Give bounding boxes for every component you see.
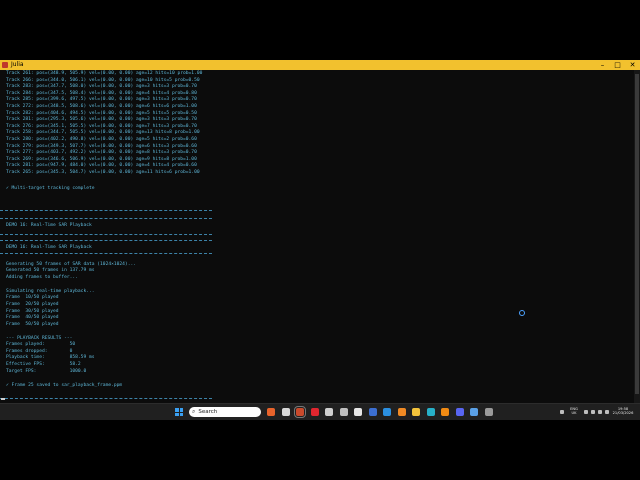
console-line: DEMO 16: Real-Time SAR Playback	[6, 245, 92, 251]
console-line: Track 280: pos=(402.2, 490.8) vel=(0.00,…	[6, 137, 197, 142]
console-line: ✓ Frame 25 saved to sar_playback_frame.p…	[6, 383, 123, 389]
console-line: Frames played: 50	[6, 342, 76, 348]
console-line: Track 281: pos=(947.9, 484.0) vel=(0.00,…	[6, 163, 197, 169]
battery-icon[interactable]	[598, 410, 602, 414]
console-separator	[0, 253, 212, 255]
discord-icon[interactable]	[455, 408, 464, 416]
letterbox-bottom	[0, 420, 640, 480]
vertical-scrollbar[interactable]	[634, 70, 640, 403]
console-line: Track 283: pos=(347.7, 508.0) vel=(0.00,…	[6, 84, 197, 90]
keyboard-layout: UK	[571, 411, 577, 416]
console-line: Track 285: pos=(399.6, 497.5) vel=(0.00,…	[6, 97, 197, 103]
console-line: ✓ Multi-target tracking complete	[6, 185, 95, 191]
console-line: Track 279: pos=(349.3, 507.7) vel=(0.00,…	[6, 143, 197, 149]
console-line: Frame 30/50 played	[6, 308, 59, 314]
chevron-up-icon[interactable]	[560, 410, 564, 414]
julia-app-icon[interactable]	[294, 406, 306, 418]
console-line: Track 282: pos=(404.6, 494.5) vel=(0.00,…	[6, 110, 197, 116]
steam-icon[interactable]	[325, 408, 333, 416]
scrollbar-thumb[interactable]	[635, 74, 639, 394]
maximize-button[interactable]: □	[610, 60, 625, 70]
clock[interactable]: 19:58 21/03/2026	[612, 407, 634, 416]
file-icon[interactable]	[281, 408, 290, 416]
console-line: Adding frames to buffer...	[6, 274, 78, 280]
window-controls: – □ ✕	[595, 60, 640, 70]
console-line: Track 269: pos=(346.6, 506.9) vel=(0.00,…	[6, 156, 197, 162]
edge-icon[interactable]	[426, 408, 435, 416]
vscode-icon[interactable]	[383, 408, 391, 416]
magnifier-icon: ⌕	[192, 408, 196, 415]
console-line: Track 261: pos=(348.9, 505.9) vel=(0.00,…	[6, 71, 203, 76]
console-separator	[0, 234, 212, 236]
console-line: Track 284: pos=(347.5, 508.4) vel=(0.00,…	[6, 90, 197, 96]
julia-app-icon	[2, 62, 8, 68]
settings-icon[interactable]	[339, 408, 348, 416]
console-line: --- PLAYBACK RESULTS ---	[6, 335, 73, 341]
taskbar-search[interactable]: ⌕ Search	[189, 407, 261, 417]
console-line: Generated 50 frames in 137.79 ms	[6, 268, 95, 274]
search-label: Search	[198, 409, 218, 415]
file-explorer-icon[interactable]	[412, 408, 420, 416]
wifi-icon[interactable]	[584, 410, 588, 414]
console-line: Target FPS: 1000.0	[6, 368, 87, 374]
close-button[interactable]: ✕	[625, 60, 640, 70]
tray-app-icon[interactable]	[605, 410, 609, 414]
language-indicator[interactable]: ENG UK	[568, 407, 580, 416]
console-line: Track 272: pos=(348.5, 508.6) vel=(0.00,…	[6, 104, 197, 109]
console-line: Frame 40/50 played	[6, 315, 59, 321]
firefox-icon[interactable]	[397, 408, 406, 416]
console-separator	[0, 239, 212, 241]
vlc-icon[interactable]	[441, 408, 449, 416]
console-line: Frames dropped: 0	[6, 348, 73, 354]
taskbar: ⌕ Search ENG UK 19:58 21/03/2026	[0, 403, 640, 420]
windows-start-icon[interactable]	[175, 408, 183, 416]
console-separator	[0, 210, 212, 212]
console-line: Track 281: pos=(295.3, 505.6) vel=(0.00,…	[6, 117, 197, 123]
terminal-output[interactable]: Track 261: pos=(348.9, 505.9) vel=(0.00,…	[0, 70, 634, 403]
console-line: Effective FPS: 58.2	[6, 362, 81, 368]
console-line: DEMO 16: Real-Time SAR Playback	[6, 223, 92, 229]
console-line: Track 266: pos=(344.0, 506.1) vel=(0.00,…	[6, 77, 200, 83]
volume-icon[interactable]	[591, 410, 595, 414]
brave-browser-icon[interactable]	[267, 408, 275, 416]
console-line: Track 258: pos=(344.7, 505.5) vel=(0.00,…	[6, 130, 200, 136]
busy-cursor-icon	[519, 310, 525, 316]
terminal-icon[interactable]	[368, 408, 377, 416]
console-line: Frame 50/50 played	[6, 321, 59, 327]
console-line: Generating 50 frames of SAR data (1024×1…	[6, 261, 136, 267]
console-line: Frame 20/50 played	[6, 302, 59, 307]
minimize-button[interactable]: –	[595, 60, 610, 70]
console-line: Track 276: pos=(345.1, 505.5) vel=(0.00,…	[6, 123, 197, 129]
console-separator	[0, 218, 212, 220]
console-line: Frame 10/50 played	[6, 295, 59, 301]
vpn-icon[interactable]	[470, 408, 478, 416]
console-line: Simulating real-time playback...	[6, 288, 95, 294]
github-icon[interactable]	[354, 408, 362, 416]
window-title: Julia	[11, 61, 24, 68]
console-line: Track 265: pos=(345.3, 504.7) vel=(0.00,…	[6, 170, 200, 175]
window-titlebar[interactable]: Julia – □ ✕	[0, 60, 640, 70]
text-cursor	[1, 398, 5, 400]
console-line: Track 277: pos=(403.7, 492.2) vel=(0.00,…	[6, 150, 197, 156]
opera-icon[interactable]	[310, 408, 319, 416]
console-separator	[0, 398, 212, 400]
letterbox-top	[0, 0, 640, 60]
console-line: Playback time: 858.59 ms	[6, 355, 95, 361]
clock-date: 21/03/2026	[612, 411, 634, 416]
gear-icon[interactable]	[484, 408, 493, 416]
